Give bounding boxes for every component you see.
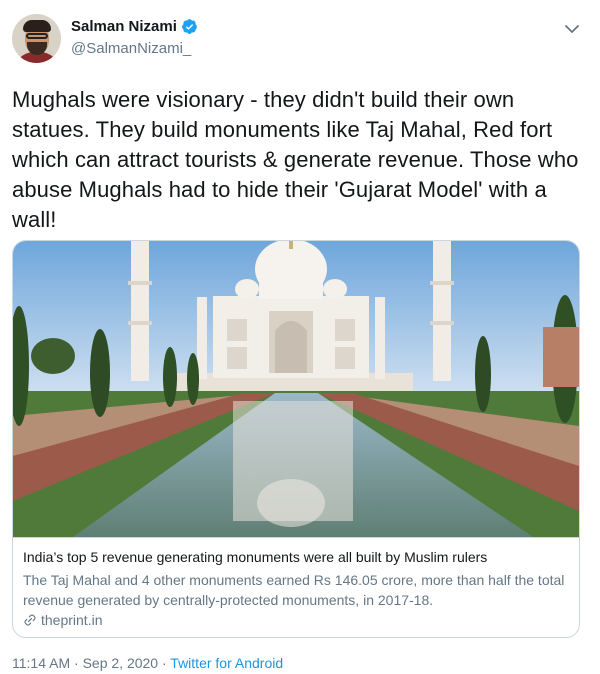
meta-separator: · [70, 655, 83, 671]
link-icon [24, 614, 36, 626]
verified-badge-icon [181, 18, 198, 35]
card-body[interactable]: India’s top 5 revenue generating monumen… [13, 537, 579, 637]
author-handle[interactable]: @SalmanNizami_ [71, 40, 191, 57]
card-title[interactable]: India’s top 5 revenue generating monumen… [23, 549, 487, 565]
tweet-time[interactable]: 11:14 AM [12, 655, 70, 671]
card-image-taj-mahal[interactable] [13, 241, 579, 537]
tweet-source[interactable]: Twitter for Android [170, 655, 283, 671]
card-domain[interactable]: theprint.in [23, 612, 102, 628]
link-card[interactable]: India’s top 5 revenue generating monumen… [12, 240, 580, 638]
tweet-meta: 11:14 AM · Sep 2, 2020 · Twitter for And… [12, 655, 283, 671]
avatar[interactable] [12, 14, 61, 63]
card-domain-text[interactable]: theprint.in [41, 612, 102, 628]
display-name[interactable]: Salman Nizami [71, 18, 177, 35]
chevron-down-icon[interactable] [563, 22, 581, 36]
tweet-text: Mughals were visionary - they didn't bui… [12, 87, 579, 232]
meta-separator: · [158, 655, 171, 671]
tweet: Salman Nizami @SalmanNizami_ Mughals wer… [0, 0, 600, 674]
author-name-row[interactable]: Salman Nizami [71, 18, 198, 35]
card-description: The Taj Mahal and 4 other monuments earn… [23, 572, 565, 608]
tweet-date[interactable]: Sep 2, 2020 [83, 655, 159, 671]
